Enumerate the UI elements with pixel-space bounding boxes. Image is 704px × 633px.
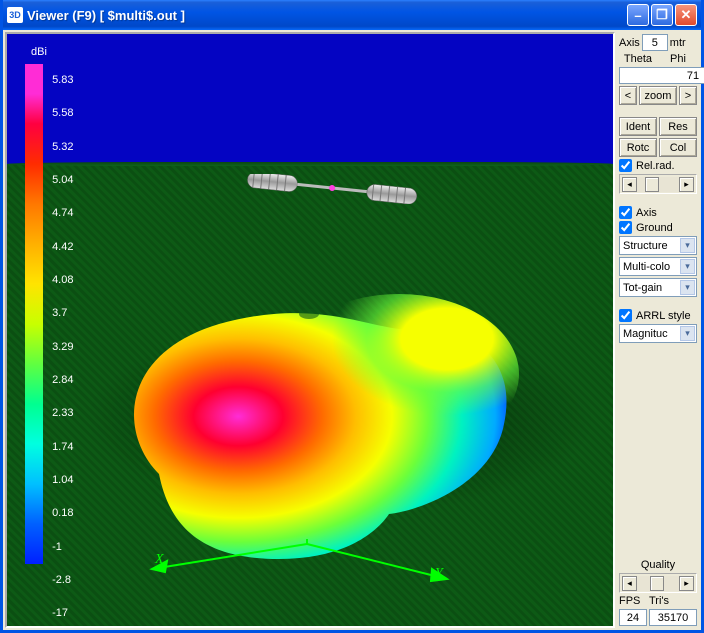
fps-label: FPS: [619, 595, 647, 607]
legend-tick: -1: [52, 531, 73, 564]
title-bar: 3D Viewer (F9) [ $multi$.out ] – ❐ ✕: [3, 0, 701, 30]
relrad-checkbox[interactable]: [619, 159, 632, 172]
arrl-checkbox[interactable]: [619, 309, 632, 322]
minimize-button[interactable]: –: [627, 4, 649, 26]
control-panel: Axis mtr Theta Phi < zoom > Ident Res: [615, 30, 701, 630]
legend-tick: 0.18: [52, 497, 73, 530]
axis-x-label: X: [155, 552, 164, 568]
chevron-down-icon: ▾: [680, 238, 695, 253]
structure-select[interactable]: Structure ▾: [619, 236, 697, 255]
structure-select-value: Structure: [623, 240, 668, 252]
quality-slider[interactable]: ◂ ▸: [619, 573, 697, 593]
app-icon: 3D: [7, 7, 23, 23]
zoom-in-button[interactable]: >: [679, 86, 697, 105]
gain-select[interactable]: Tot-gain ▾: [619, 278, 697, 297]
antenna-structure: [237, 174, 427, 204]
reset-button[interactable]: Res: [659, 117, 697, 136]
maximize-button[interactable]: ❐: [651, 4, 673, 26]
legend-unit: dBi: [31, 46, 73, 58]
relrad-slider[interactable]: ◂ ▸: [619, 174, 697, 194]
ident-button[interactable]: Ident: [619, 117, 657, 136]
legend-tick: 3.7: [52, 297, 73, 330]
axis-length-input[interactable]: [642, 34, 668, 51]
legend-tick: 3.29: [52, 331, 73, 364]
axis-length-label: Axis: [619, 37, 640, 49]
legend-tick: -2.8: [52, 564, 73, 597]
slider-left-icon[interactable]: ◂: [622, 177, 637, 192]
horizon-line: [7, 162, 613, 166]
chevron-down-icon: ▾: [680, 326, 695, 341]
ground-checkbox[interactable]: [619, 221, 632, 234]
slider-left-icon[interactable]: ◂: [622, 576, 637, 591]
legend-tick: 1.04: [52, 464, 73, 497]
gain-select-value: Tot-gain: [623, 282, 662, 294]
axis-checkbox[interactable]: [619, 206, 632, 219]
magnitude-select-value: Magnituc: [623, 328, 668, 340]
phi-label: Phi: [659, 53, 697, 65]
legend-tick: 4.74: [52, 197, 73, 230]
3d-viewport[interactable]: X Y dBi 5.835.585.325.044.744.424.083.73…: [5, 32, 615, 628]
legend-tick: 5.32: [52, 131, 73, 164]
zoom-button[interactable]: zoom: [639, 86, 677, 105]
quality-label: Quality: [619, 559, 697, 571]
magnitude-select[interactable]: Magnituc ▾: [619, 324, 697, 343]
color-legend: dBi 5.835.585.325.044.744.424.083.73.292…: [25, 46, 73, 628]
theta-input[interactable]: [619, 67, 704, 84]
window-title: Viewer (F9) [ $multi$.out ]: [27, 8, 625, 23]
axis-unit-label: mtr: [670, 37, 686, 49]
slider-right-icon[interactable]: ▸: [679, 576, 694, 591]
sky-background: [7, 34, 613, 164]
tris-label: Tri's: [649, 595, 697, 607]
legend-tick: 4.08: [52, 264, 73, 297]
axis-y-label: Y: [435, 566, 443, 582]
color-mode-value: Multi-colo: [623, 261, 670, 273]
chevron-down-icon: ▾: [680, 280, 695, 295]
chevron-down-icon: ▾: [680, 259, 695, 274]
legend-ticks: 5.835.585.325.044.744.424.083.73.292.842…: [52, 64, 73, 628]
legend-tick: -17: [52, 597, 73, 628]
axis-arrows: [137, 539, 457, 599]
close-button[interactable]: ✕: [675, 4, 697, 26]
legend-tick: 2.33: [52, 397, 73, 430]
axis-chk-label: Axis: [636, 207, 657, 219]
relrad-label: Rel.rad.: [636, 160, 675, 172]
legend-tick: 2.84: [52, 364, 73, 397]
color-mode-select[interactable]: Multi-colo ▾: [619, 257, 697, 276]
color-button[interactable]: Col: [659, 138, 697, 157]
rotc-button[interactable]: Rotc: [619, 138, 657, 157]
legend-colorbar: [25, 64, 43, 564]
theta-label: Theta: [619, 53, 657, 65]
slider-right-icon[interactable]: ▸: [679, 177, 694, 192]
legend-tick: 5.04: [52, 164, 73, 197]
radiation-pattern: [99, 294, 529, 574]
fps-value: [619, 609, 647, 626]
legend-tick: 5.83: [52, 64, 73, 97]
tris-value: [649, 609, 697, 626]
zoom-out-button[interactable]: <: [619, 86, 637, 105]
arrl-label: ARRL style: [636, 310, 691, 322]
legend-tick: 1.74: [52, 431, 73, 464]
app-window: 3D Viewer (F9) [ $multi$.out ] – ❐ ✕: [0, 0, 704, 633]
legend-tick: 5.58: [52, 97, 73, 130]
legend-tick: 4.42: [52, 231, 73, 264]
ground-chk-label: Ground: [636, 222, 673, 234]
